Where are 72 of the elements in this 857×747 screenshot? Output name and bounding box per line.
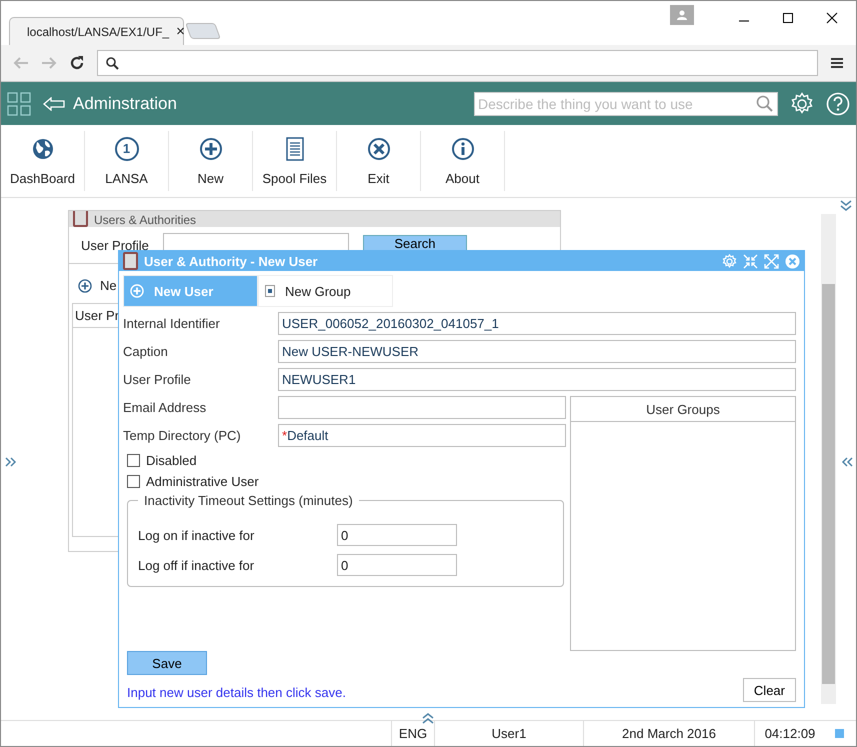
status-item: User1 [434,721,583,746]
collapse-icon[interactable] [743,254,758,268]
close-icon[interactable] [826,12,838,24]
number-icon: 1 [114,136,138,160]
plus-icon [130,284,144,298]
help-icon[interactable] [826,92,850,116]
settings-icon[interactable] [722,254,737,268]
input-field[interactable] [278,396,566,419]
plus-icon [198,136,222,160]
checkbox[interactable] [127,454,140,467]
status-indicator [835,729,844,738]
expand-down-icon[interactable] [840,200,852,212]
input-field[interactable]: *Default [278,424,566,447]
maximize-icon[interactable] [782,12,794,24]
close-tab-button[interactable]: × [176,23,185,40]
input-field[interactable]: New USER-NEWUSER [278,340,796,363]
field-label: Temp Directory (PC) [123,428,242,443]
panel-title: Users & Authorities [94,213,196,227]
search-icon [106,56,119,70]
field-label: Caption [123,344,169,359]
expand-up-icon[interactable] [422,712,434,724]
column-header[interactable]: User Groups [571,397,795,422]
settings-icon[interactable] [790,92,814,116]
expand-right-icon[interactable] [5,457,17,467]
toolbar-button[interactable]: Exit [337,131,421,191]
browser-tab[interactable]: localhost/LANSA/EX1/UF_ × [9,17,184,45]
expand-left-icon[interactable] [841,457,853,467]
search-icon [756,95,773,112]
address-bar[interactable] [97,50,818,76]
field-label: Internal Identifier [123,316,221,331]
toolbar-button[interactable]: DashBoard [1,131,85,191]
toolbar-button[interactable]: About [421,131,505,191]
toolbar-button[interactable]: Spool Files [253,131,337,191]
tab[interactable]: New Group [258,275,393,307]
save-button[interactable]: Save [127,651,207,675]
tab-title: localhost/LANSA/EX1/UF_ [27,24,170,38]
profile-icon[interactable] [670,5,694,25]
field-label: Log off if inactive for [138,558,256,572]
checkbox[interactable] [127,475,140,488]
app-title: Adminstration [73,94,177,114]
status-item: 2nd March 2016 [583,721,754,746]
field-label: Email Address [123,400,208,415]
status-message: Input new user details then click save. [127,685,346,700]
checkbox-label: Administrative User [146,474,259,489]
status-item: ENG [391,721,434,746]
menu-icon[interactable] [830,57,844,69]
field-label: User Profile [81,238,149,252]
new-tab-button[interactable] [185,23,221,39]
group-title: Inactivity Timeout Settings (minutes) [143,493,354,508]
field-label: User Profile [123,372,192,387]
scrollbar[interactable] [821,214,836,704]
dialog-title: User & Authority - New User [144,254,318,268]
field-label: Log on if inactive for [138,528,256,542]
clear-button[interactable]: Clear [742,678,796,702]
expand-icon[interactable] [764,254,779,268]
search-field[interactable]: Describe the thing you want to use [474,92,778,116]
status-item: 04:12:09 [754,721,825,746]
toolbar-button[interactable]: 1 LANSA [85,131,169,191]
new-link[interactable]: Ne [100,278,117,293]
group-icon [265,285,275,297]
plus-icon[interactable] [78,278,92,292]
close-icon [366,136,390,160]
input-field[interactable]: NEWUSER1 [278,368,796,391]
info-icon [450,136,474,160]
grid-icon[interactable] [7,92,31,116]
input-field[interactable]: 0 [337,554,457,576]
checkbox-label: Disabled [146,453,197,468]
globe-icon [30,136,54,160]
toolbar-button[interactable]: New [169,131,253,191]
input-field[interactable]: 0 [337,524,457,546]
reload-icon[interactable] [69,55,85,71]
input-field[interactable]: USER_006052_20160302_041057_1 [278,312,796,335]
